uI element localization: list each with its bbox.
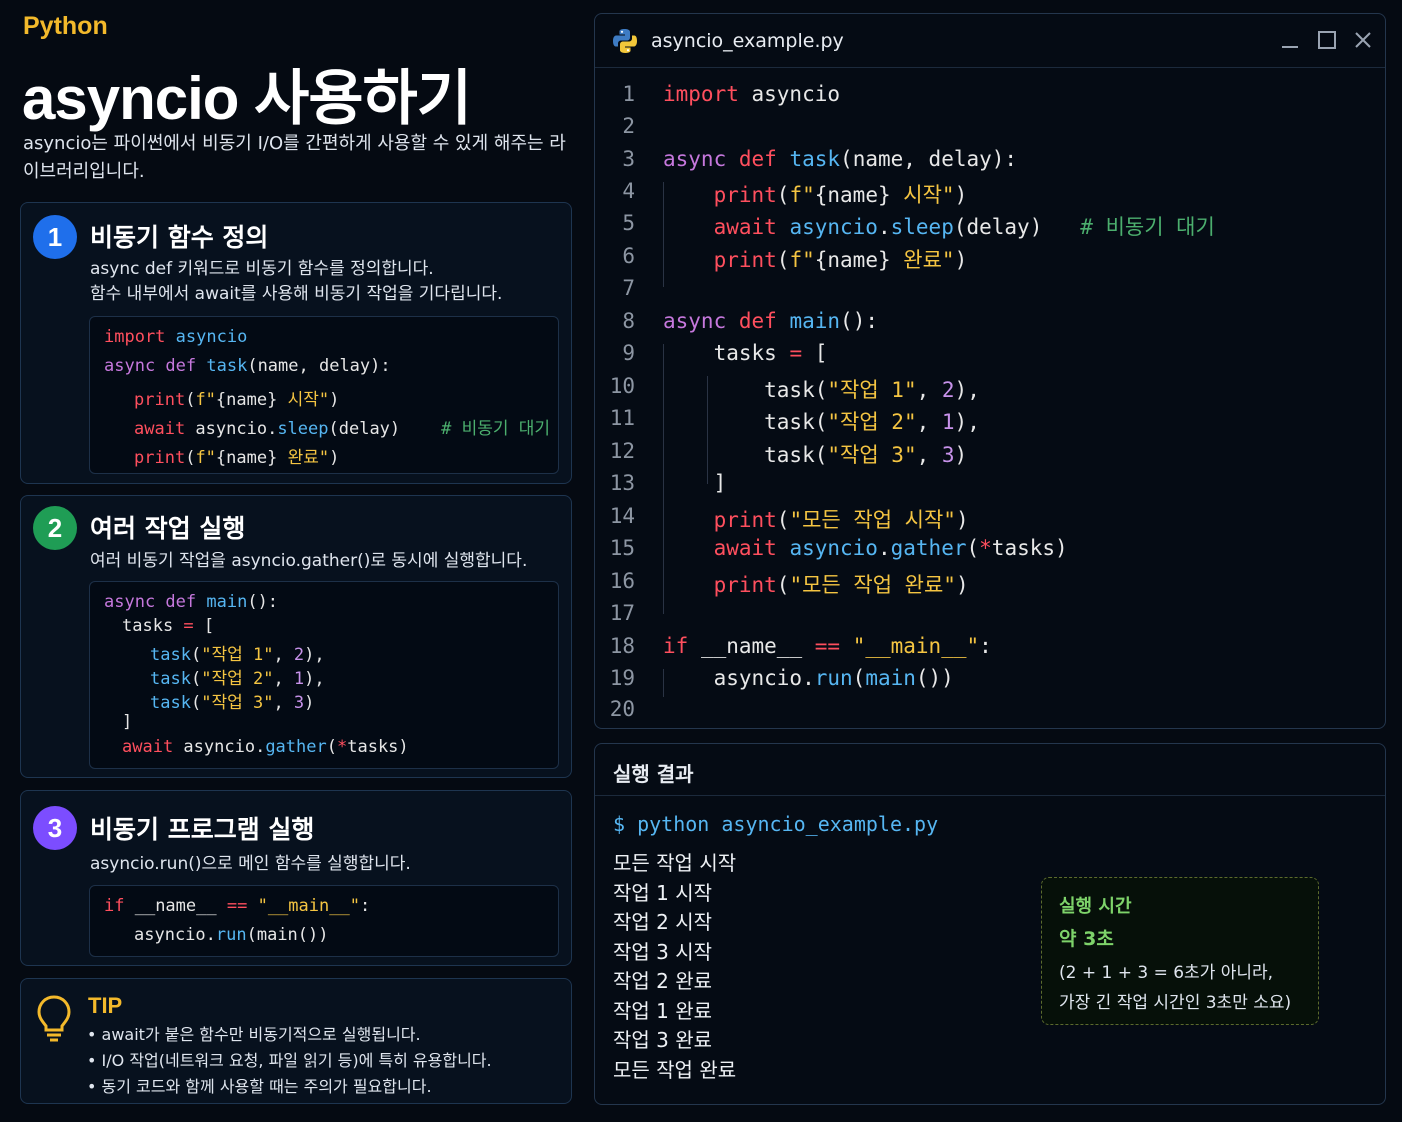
step-description: async def 키워드로 비동기 함수를 정의합니다. — [90, 259, 434, 279]
step-number-badge: 2 — [33, 506, 77, 550]
editor-titlebar: asyncio_example.py — [595, 14, 1385, 68]
code-editor-window: asyncio_example.py 1 import asyncio 2 3 as… — [594, 13, 1386, 729]
output-line: 모든 작업 완료 — [613, 1058, 737, 1082]
output-title: 실행 결과 — [613, 762, 694, 786]
brand-label: Python — [23, 12, 108, 40]
minimize-icon[interactable] — [1278, 28, 1302, 52]
code-snippet: import asyncio async def task(name, dela… — [89, 316, 559, 474]
step-description: 여러 비동기 작업을 asyncio.gather()로 동시에 실행합니다. — [90, 551, 528, 571]
execution-time-value: 약 3초 — [1059, 928, 1114, 950]
tip-item: • I/O 작업(네트워크 요청, 파일 읽기 등)에 특히 유용합니다. — [87, 1051, 492, 1070]
tip-card: TIP • await가 붙은 함수만 비동기적으로 실행됩니다. • I/O … — [20, 978, 572, 1104]
step-title: 비동기 프로그램 실행 — [90, 815, 315, 844]
output-line: 작업 2 완료 — [613, 969, 713, 993]
output-line: 작업 2 시작 — [613, 910, 713, 934]
step-description: 함수 내부에서 await를 사용해 비동기 작업을 기다립니다. — [90, 284, 503, 304]
lightbulb-icon — [37, 995, 71, 1042]
output-panel: 실행 결과 $ python asyncio_example.py 모든 작업 … — [594, 743, 1386, 1105]
tip-item: • await가 붙은 함수만 비동기적으로 실행됩니다. — [87, 1025, 421, 1044]
tip-item: • 동기 코드와 함께 사용할 때는 주의가 필요합니다. — [87, 1077, 432, 1096]
editor-filename: asyncio_example.py — [651, 30, 844, 52]
step-title: 여러 작업 실행 — [90, 514, 246, 543]
output-line: 작업 3 완료 — [613, 1028, 713, 1052]
execution-time-box: 실행 시간 약 3초 (2 + 1 + 3 = 6초가 아니라, 가장 긴 작업… — [1041, 877, 1319, 1025]
step-description: asyncio.run()으로 메인 함수를 실행합니다. — [90, 854, 411, 874]
code-snippet: if __name__ == "__main__": asyncio.run(m… — [89, 885, 559, 957]
output-header: 실행 결과 — [595, 744, 1385, 796]
output-line: 작업 1 완료 — [613, 999, 713, 1023]
terminal-command: $ python asyncio_example.py — [613, 812, 939, 836]
maximize-icon[interactable] — [1315, 28, 1339, 52]
execution-time-note: (2 + 1 + 3 = 6초가 아니라, — [1059, 963, 1274, 983]
output-line: 모든 작업 시작 — [613, 851, 737, 875]
execution-time-note: 가장 긴 작업 시간인 3초만 소요) — [1059, 993, 1292, 1013]
output-line: 작업 1 시작 — [613, 881, 713, 905]
step-card-3: 3 비동기 프로그램 실행 asyncio.run()으로 메인 함수를 실행합… — [20, 790, 572, 966]
execution-time-label: 실행 시간 — [1059, 896, 1132, 917]
python-logo-icon — [613, 29, 637, 53]
output-line: 작업 3 시작 — [613, 940, 713, 964]
step-card-2: 2 여러 작업 실행 여러 비동기 작업을 asyncio.gather()로 … — [20, 495, 572, 778]
step-title: 비동기 함수 정의 — [90, 223, 269, 252]
close-icon[interactable] — [1351, 28, 1375, 52]
page-subtitle: asyncio는 파이썬에서 비동기 I/O를 간편하게 사용할 수 있게 해주… — [23, 133, 566, 182]
step-card-1: 1 비동기 함수 정의 async def 키워드로 비동기 함수를 정의합니다… — [20, 202, 572, 484]
step-number-badge: 3 — [33, 806, 77, 850]
tip-title: TIP — [88, 993, 123, 1018]
code-snippet: async def main(): tasks = [ task("작업 1",… — [89, 581, 559, 769]
page-title: asyncio 사용하기 — [22, 65, 472, 132]
step-number-badge: 1 — [33, 215, 77, 259]
